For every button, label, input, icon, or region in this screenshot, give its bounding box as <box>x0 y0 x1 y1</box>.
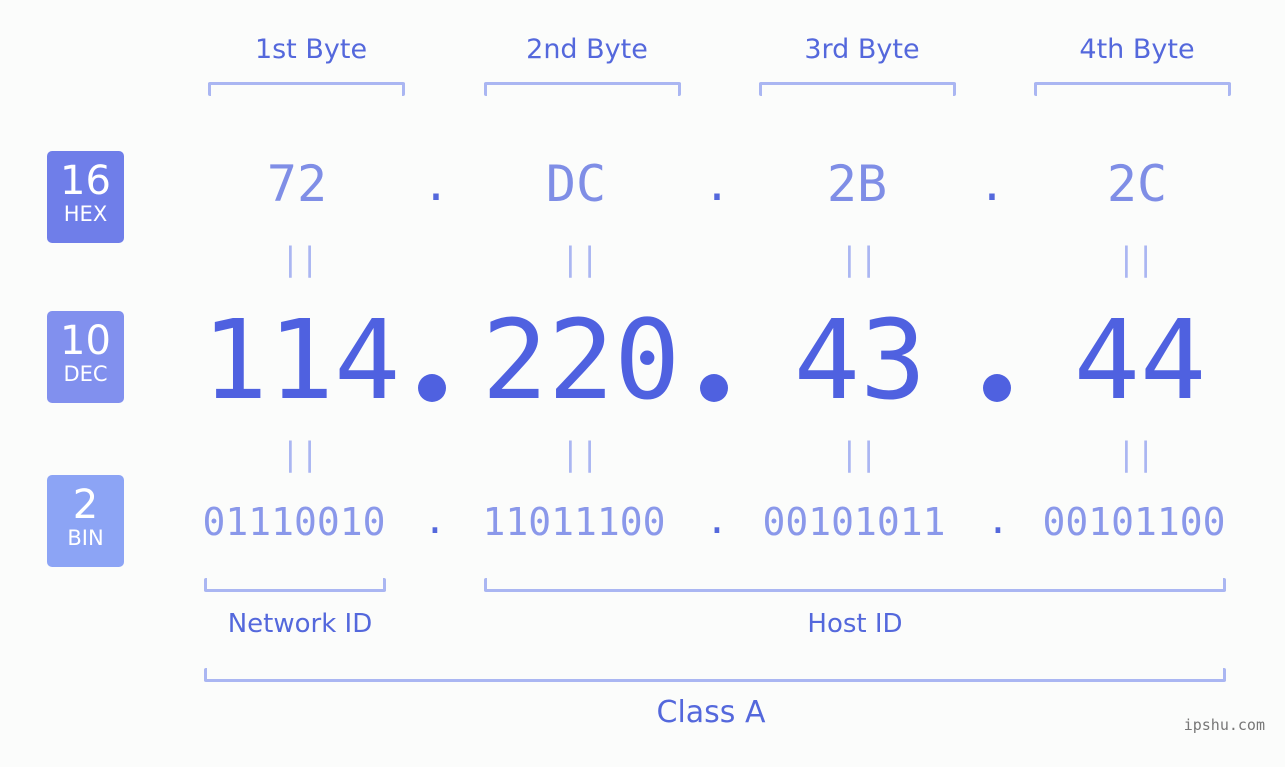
byte-bracket-4 <box>1034 82 1231 96</box>
byte-bracket-2 <box>484 82 681 96</box>
byte-label-4: 4th Byte <box>1079 34 1195 65</box>
bin-separator-3: . <box>986 498 1010 542</box>
equals-sign: || <box>560 435 600 473</box>
hex-badge-label: HEX <box>63 202 108 226</box>
dec-separator-2 <box>700 374 740 414</box>
byte-label-2: 2nd Byte <box>526 34 648 65</box>
equals-sign: || <box>839 240 879 278</box>
hex-value-4: 2C <box>1106 155 1168 213</box>
equals-sign: || <box>280 435 320 473</box>
network-id-bracket <box>204 578 386 592</box>
byte-label-3: 3rd Byte <box>804 34 920 65</box>
dec-value-2: 220 <box>481 296 681 424</box>
network-id-label: Network ID <box>227 609 373 639</box>
hex-value-2: DC <box>545 155 607 213</box>
host-id-bracket <box>484 578 1226 592</box>
hex-value-1: 72 <box>266 155 328 213</box>
bin-separator-1: . <box>423 498 447 542</box>
hex-separator-1: . <box>422 160 450 211</box>
byte-label-1: 1st Byte <box>254 34 368 65</box>
host-id-label: Host ID <box>807 609 903 639</box>
dec-badge: 10 DEC <box>47 311 124 403</box>
bin-badge: 2 BIN <box>47 475 124 567</box>
class-bracket <box>204 668 1226 682</box>
bin-value-1: 01110010 <box>202 500 386 544</box>
hex-badge: 16 HEX <box>47 151 124 243</box>
dec-separator-1 <box>418 374 458 414</box>
hex-separator-2: . <box>703 160 731 211</box>
byte-bracket-1 <box>208 82 405 96</box>
equals-sign: || <box>560 240 600 278</box>
bin-badge-label: BIN <box>67 526 104 550</box>
dec-separator-3 <box>983 374 1023 414</box>
dec-value-4: 44 <box>1073 296 1207 424</box>
class-label: Class A <box>656 695 766 730</box>
dec-badge-label: DEC <box>63 362 108 386</box>
hex-value-3: 2B <box>826 155 888 213</box>
hex-separator-3: . <box>978 160 1006 211</box>
bin-value-4: 00101100 <box>1042 500 1226 544</box>
byte-bracket-3 <box>759 82 956 96</box>
dec-value-1: 114 <box>201 296 401 424</box>
dec-value-3: 43 <box>793 296 927 424</box>
equals-sign: || <box>1116 435 1156 473</box>
bin-separator-2: . <box>705 498 729 542</box>
dec-badge-number: 10 <box>60 318 111 364</box>
watermark: ipshu.com <box>1183 716 1265 734</box>
hex-badge-number: 16 <box>60 158 111 204</box>
equals-sign: || <box>839 435 879 473</box>
equals-sign: || <box>280 240 320 278</box>
equals-sign: || <box>1116 240 1156 278</box>
bin-value-3: 00101011 <box>762 500 946 544</box>
bin-value-2: 11011100 <box>482 500 666 544</box>
bin-badge-number: 2 <box>72 482 99 528</box>
